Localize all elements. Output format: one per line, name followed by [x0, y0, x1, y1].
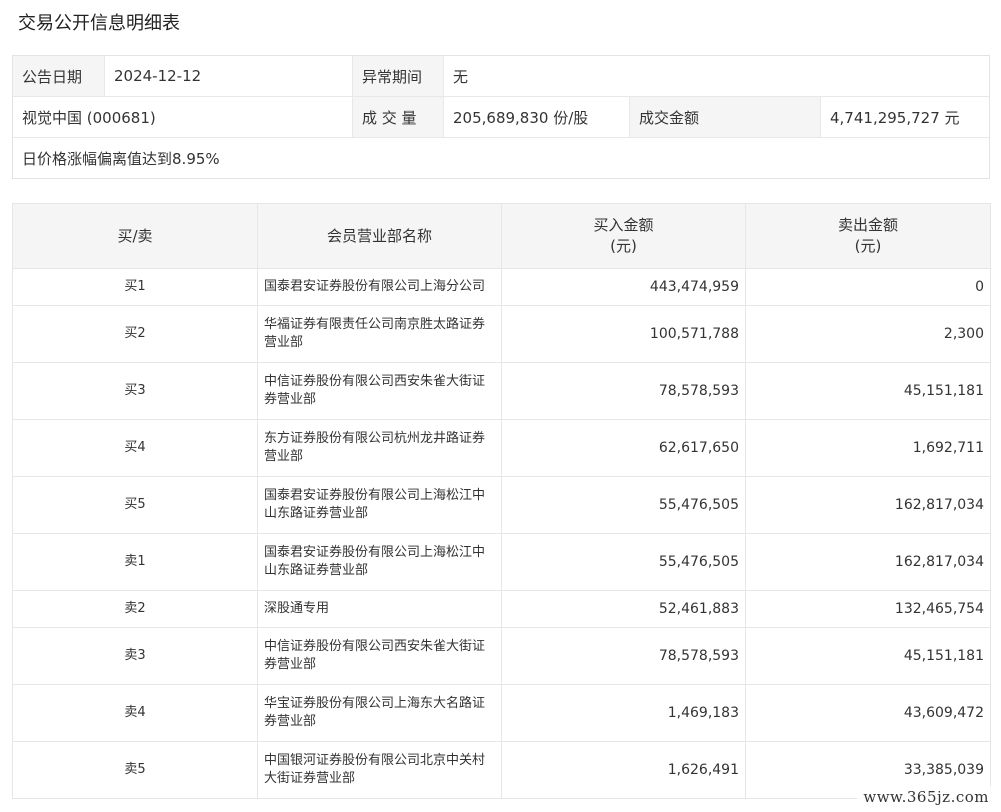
cell-buy-amount: 55,476,505 [501, 476, 746, 534]
cell-branch: 国泰君安证券股份有限公司上海松江中山东路证券营业部 [257, 533, 502, 591]
cell-buy-amount: 52,461,883 [501, 590, 746, 628]
reason-text: 日价格涨幅偏离值达到8.95% [22, 149, 220, 168]
cell-sell-amount: 2,300 [745, 305, 991, 363]
cell-branch: 东方证券股份有限公司杭州龙井路证券营业部 [257, 419, 502, 477]
info-row-volume: 视觉中国 (000681) 成 交 量 205,689,830 份/股 成交金额… [13, 97, 989, 138]
header-branch: 会员营业部名称 [257, 203, 502, 269]
info-row-date: 公告日期 2024-12-12 异常期间 无 [13, 56, 989, 97]
cell-sell-amount: 132,465,754 [745, 590, 991, 628]
cell-side: 卖4 [12, 684, 258, 742]
cell-branch: 中国银河证券股份有限公司北京中关村大街证券营业部 [257, 741, 502, 799]
cell-buy-amount: 443,474,959 [501, 268, 746, 306]
abnormal-period-label: 异常期间 [352, 56, 443, 96]
volume-value: 205,689,830 份/股 [443, 97, 629, 137]
cell-buy-amount: 1,626,491 [501, 741, 746, 799]
header-buy-amount-unit: (元) [610, 237, 637, 255]
cell-side: 买4 [12, 419, 258, 477]
site-watermark: www.365jz.com [857, 786, 995, 808]
header-sell-amount: 卖出金额 (元) [745, 203, 991, 269]
cell-side: 卖3 [12, 627, 258, 685]
stock-name: 视觉中国 (000681) [22, 108, 156, 127]
table-row: 卖1 国泰君安证券股份有限公司上海松江中山东路证券营业部 55,476,505 … [12, 533, 991, 591]
header-buy-amount: 买入金额 (元) [501, 203, 746, 269]
cell-side: 买3 [12, 362, 258, 420]
table-row: 买3 中信证券股份有限公司西安朱雀大街证券营业部 78,578,593 45,1… [12, 362, 991, 420]
cell-branch: 国泰君安证券股份有限公司上海松江中山东路证券营业部 [257, 476, 502, 534]
cell-sell-amount: 43,609,472 [745, 684, 991, 742]
cell-buy-amount: 78,578,593 [501, 362, 746, 420]
header-sell-amount-title: 卖出金额 [837, 216, 898, 234]
cell-sell-amount: 1,692,711 [745, 419, 991, 477]
cell-branch: 华宝证券股份有限公司上海东大名路证券营业部 [257, 684, 502, 742]
cell-buy-amount: 62,617,650 [501, 419, 746, 477]
header-side: 买/卖 [12, 203, 258, 269]
amount-label: 成交金额 [629, 97, 820, 137]
cell-sell-amount: 45,151,181 [745, 627, 991, 685]
table-row: 买5 国泰君安证券股份有限公司上海松江中山东路证券营业部 55,476,505 … [12, 476, 991, 534]
cell-branch: 中信证券股份有限公司西安朱雀大街证券营业部 [257, 362, 502, 420]
info-row-reason: 日价格涨幅偏离值达到8.95% [13, 138, 989, 178]
cell-side: 卖2 [12, 590, 258, 628]
cell-branch: 深股通专用 [257, 590, 502, 628]
table-row: 卖5 中国银河证券股份有限公司北京中关村大街证券营业部 1,626,491 33… [12, 741, 991, 799]
cell-buy-amount: 1,469,183 [501, 684, 746, 742]
cell-side: 卖1 [12, 533, 258, 591]
page-title: 交易公开信息明细表 [18, 13, 180, 34]
volume-label: 成 交 量 [352, 97, 443, 137]
amount-value: 4,741,295,727 元 [820, 97, 989, 137]
cell-buy-amount: 55,476,505 [501, 533, 746, 591]
cell-branch: 国泰君安证券股份有限公司上海分公司 [257, 268, 502, 306]
cell-buy-amount: 78,578,593 [501, 627, 746, 685]
header-buy-amount-title: 买入金额 [593, 216, 654, 234]
table-header-row: 买/卖 会员营业部名称 买入金额 (元) 卖出金额 (元) [12, 203, 991, 269]
cell-branch: 华福证券有限责任公司南京胜太路证券营业部 [257, 305, 502, 363]
table-row: 卖2 深股通专用 52,461,883 132,465,754 [12, 590, 991, 628]
cell-sell-amount: 162,817,034 [745, 476, 991, 534]
cell-side: 买1 [12, 268, 258, 306]
trade-info-box: 公告日期 2024-12-12 异常期间 无 视觉中国 (000681) 成 交… [12, 55, 990, 179]
table-row: 卖3 中信证券股份有限公司西安朱雀大街证券营业部 78,578,593 45,1… [12, 627, 991, 685]
cell-sell-amount: 162,817,034 [745, 533, 991, 591]
cell-side: 买2 [12, 305, 258, 363]
table-row: 买2 华福证券有限责任公司南京胜太路证券营业部 100,571,788 2,30… [12, 305, 991, 363]
cell-branch: 中信证券股份有限公司西安朱雀大街证券营业部 [257, 627, 502, 685]
header-sell-amount-unit: (元) [854, 237, 882, 255]
announce-date-value: 2024-12-12 [104, 56, 352, 96]
cell-side: 买5 [12, 476, 258, 534]
deal-table: 买/卖 会员营业部名称 买入金额 (元) 卖出金额 (元) 买1 国泰君安证券股… [12, 203, 991, 799]
abnormal-period-value: 无 [443, 56, 989, 96]
cell-sell-amount: 0 [745, 268, 991, 306]
announce-date-label: 公告日期 [13, 56, 104, 96]
cell-side: 卖5 [12, 741, 258, 799]
table-row: 卖4 华宝证券股份有限公司上海东大名路证券营业部 1,469,183 43,60… [12, 684, 991, 742]
cell-sell-amount: 45,151,181 [745, 362, 991, 420]
table-row: 买4 东方证券股份有限公司杭州龙井路证券营业部 62,617,650 1,692… [12, 419, 991, 477]
table-row: 买1 国泰君安证券股份有限公司上海分公司 443,474,959 0 [12, 268, 991, 306]
cell-buy-amount: 100,571,788 [501, 305, 746, 363]
